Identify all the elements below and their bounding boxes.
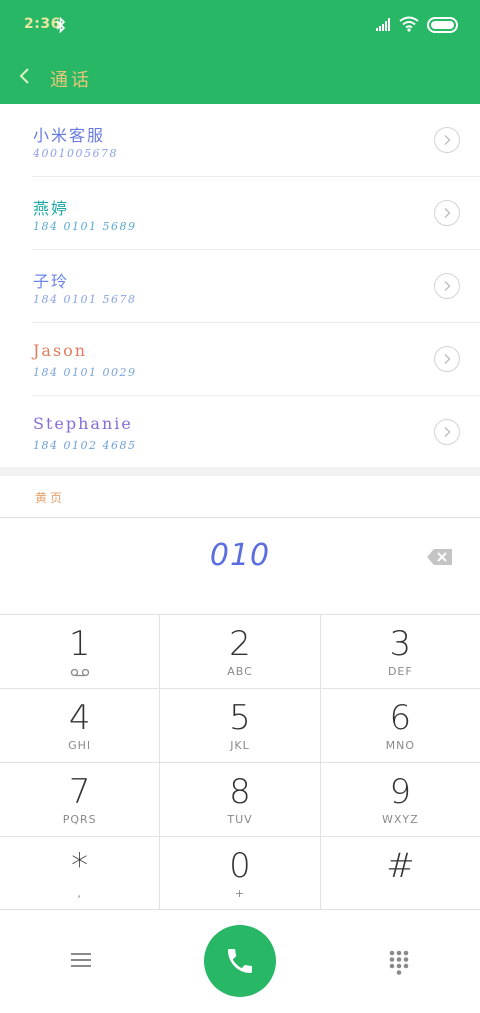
section-separator bbox=[0, 467, 480, 476]
key-letters: , bbox=[77, 887, 82, 900]
keypad-row: 7 PQRS 8 TUV 9 WXYZ bbox=[0, 762, 480, 836]
key-letters: TUV bbox=[227, 813, 253, 826]
app-bar: 通话 bbox=[0, 50, 480, 104]
key-letters: + bbox=[234, 887, 246, 900]
contact-detail-button[interactable] bbox=[434, 346, 460, 372]
menu-icon[interactable] bbox=[70, 950, 92, 970]
contact-name: Stephanie bbox=[33, 414, 133, 433]
contact-detail-button[interactable] bbox=[434, 419, 460, 445]
contact-name: 小米客服 bbox=[33, 126, 106, 145]
backspace-icon[interactable] bbox=[426, 546, 454, 568]
key-digit: 6 bbox=[389, 698, 412, 738]
key-4[interactable]: 4 GHI bbox=[0, 689, 161, 762]
key-star[interactable]: * , bbox=[0, 837, 161, 910]
contact-detail-button[interactable] bbox=[434, 200, 460, 226]
key-digit: 9 bbox=[389, 772, 412, 812]
back-arrow-icon[interactable] bbox=[16, 65, 36, 87]
key-2[interactable]: 2 ABC bbox=[160, 615, 321, 688]
key-9[interactable]: 9 WXYZ bbox=[321, 763, 480, 836]
contact-number: 184 0102 4685 bbox=[33, 439, 137, 452]
key-digit: 8 bbox=[229, 772, 251, 812]
divider bbox=[0, 909, 480, 910]
contact-name: 燕婷 bbox=[33, 199, 70, 218]
contact-number: 184 0101 0029 bbox=[33, 366, 137, 379]
contact-number: 184 0101 5678 bbox=[33, 293, 137, 306]
key-hash[interactable]: # bbox=[321, 837, 480, 910]
bluetooth-icon bbox=[56, 17, 66, 33]
status-bar: 2:36 bbox=[0, 0, 480, 50]
yellow-pages-link[interactable]: 黄页 bbox=[35, 489, 65, 506]
chevron-right-icon bbox=[444, 135, 451, 145]
contact-number: 4001005678 bbox=[33, 147, 118, 160]
dialed-number-display: 010 bbox=[209, 538, 271, 573]
chevron-right-icon bbox=[444, 281, 451, 291]
key-digit: 1 bbox=[68, 624, 91, 664]
key-letters: WXYZ bbox=[381, 813, 419, 826]
chevron-right-icon bbox=[444, 208, 451, 218]
key-digit: 0 bbox=[229, 846, 251, 886]
keypad-row: 1 2 ABC 3 DEF bbox=[0, 614, 480, 688]
divider bbox=[0, 517, 480, 518]
key-letters: GHI bbox=[68, 739, 92, 752]
contact-detail-button[interactable] bbox=[434, 273, 460, 299]
key-letters: JKL bbox=[230, 739, 250, 752]
key-digit: 3 bbox=[389, 624, 412, 664]
contact-row[interactable]: Stephanie 184 0102 4685 bbox=[0, 396, 480, 469]
key-7[interactable]: 7 PQRS bbox=[0, 763, 161, 836]
contact-row[interactable]: Jason 184 0101 0029 bbox=[0, 323, 480, 396]
wifi-icon bbox=[399, 16, 419, 32]
page-title: 通话 bbox=[50, 70, 92, 91]
key-6[interactable]: 6 MNO bbox=[321, 689, 480, 762]
key-digit: 4 bbox=[68, 698, 91, 738]
phone-icon bbox=[228, 949, 252, 973]
key-8[interactable]: 8 TUV bbox=[160, 763, 321, 836]
key-0[interactable]: 0 + bbox=[160, 837, 321, 910]
contact-number: 184 0101 5689 bbox=[33, 220, 137, 233]
voicemail-icon bbox=[70, 668, 90, 677]
key-3[interactable]: 3 DEF bbox=[321, 615, 480, 688]
contact-list: 小米客服 4001005678 燕婷 184 0101 5689 子玲 184 … bbox=[0, 104, 480, 469]
contact-name: 子玲 bbox=[33, 272, 70, 291]
contact-row[interactable]: 子玲 184 0101 5678 bbox=[0, 250, 480, 323]
keypad-row: 4 GHI 5 JKL 6 MNO bbox=[0, 688, 480, 762]
contact-detail-button[interactable] bbox=[434, 127, 460, 153]
keypad: 1 2 ABC 3 DEF 4 GHI 5 JKL 6 MNO 7 PQRS 8… bbox=[0, 614, 480, 910]
key-1[interactable]: 1 bbox=[0, 615, 161, 688]
call-button[interactable] bbox=[204, 925, 276, 997]
key-digit: * bbox=[71, 846, 89, 886]
key-digit: 7 bbox=[68, 772, 91, 812]
contact-row[interactable]: 燕婷 184 0101 5689 bbox=[0, 177, 480, 250]
key-5[interactable]: 5 JKL bbox=[160, 689, 321, 762]
contact-row[interactable]: 小米客服 4001005678 bbox=[0, 104, 480, 177]
key-digit: 2 bbox=[229, 624, 251, 664]
signal-icon bbox=[376, 18, 390, 31]
key-letters: MNO bbox=[385, 739, 416, 752]
contact-name: Jason bbox=[33, 341, 88, 360]
chevron-right-icon bbox=[444, 354, 451, 364]
chevron-right-icon bbox=[444, 427, 451, 437]
key-letters: PQRS bbox=[62, 813, 97, 826]
key-letters: DEF bbox=[387, 665, 413, 678]
dialpad-icon[interactable] bbox=[388, 949, 410, 975]
key-letters: ABC bbox=[227, 665, 253, 678]
key-digit: 5 bbox=[229, 698, 251, 738]
key-digit: # bbox=[386, 846, 415, 886]
battery-icon bbox=[427, 17, 458, 33]
keypad-row: * , 0 + # bbox=[0, 836, 480, 910]
